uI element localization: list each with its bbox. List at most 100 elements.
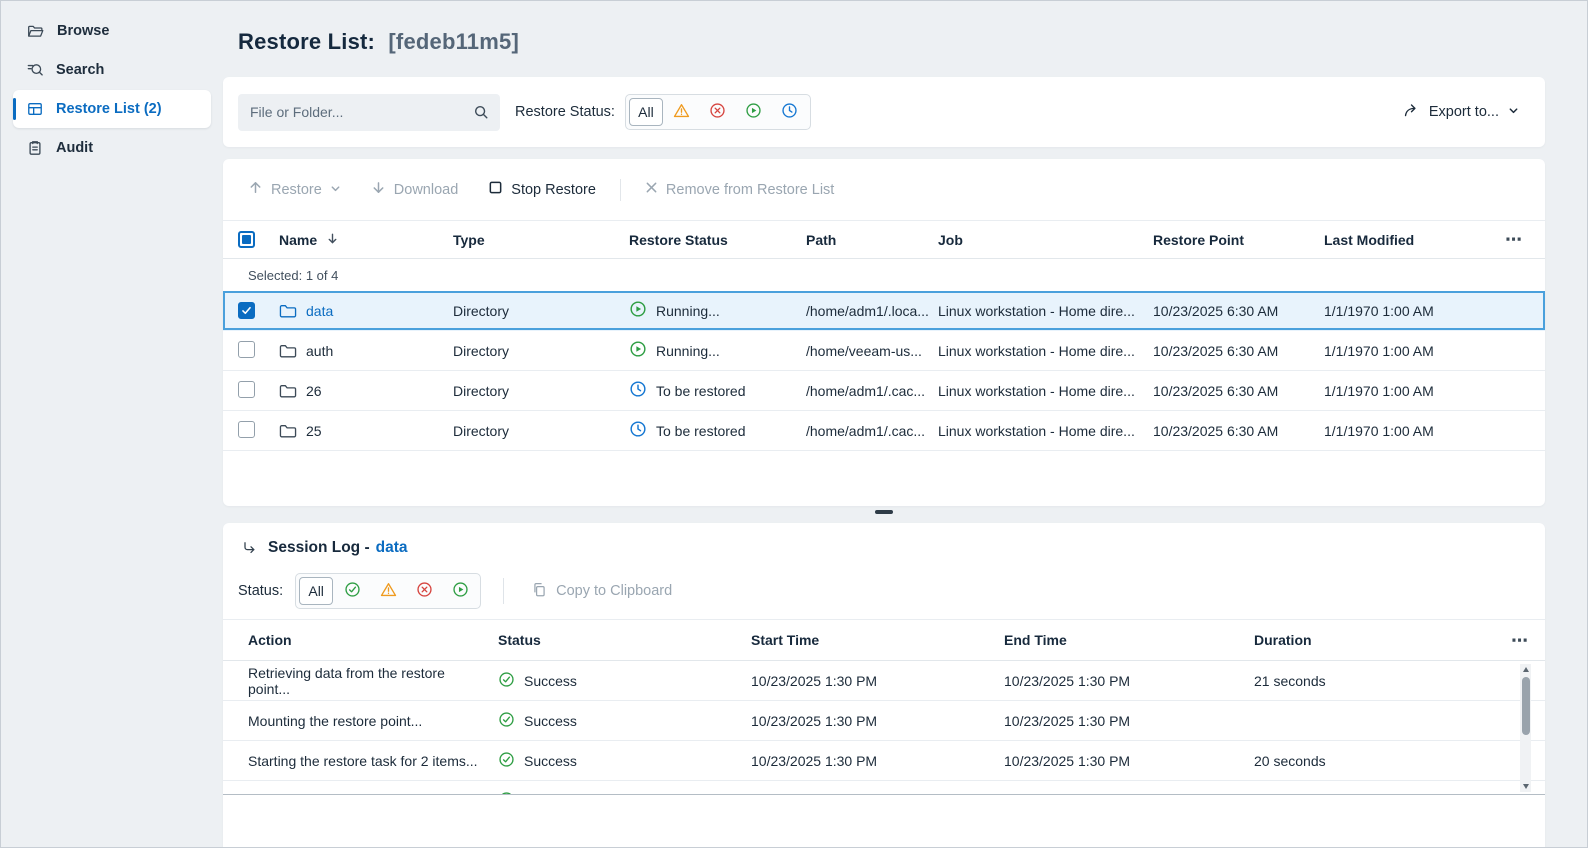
filter-error-button[interactable] [701,98,735,126]
search-icon [473,104,489,120]
column-header-restore-status[interactable]: Restore Status [629,232,806,248]
filter-pending-button[interactable] [773,98,807,126]
row-checkbox[interactable] [238,381,255,398]
log-filter-error-button[interactable] [407,577,441,605]
column-options-button[interactable]: ⋯ [1505,230,1523,249]
running-icon [452,581,469,601]
table-row[interactable]: 26 Directory To be restored /home/adm1/.… [223,371,1545,411]
log-filter-success-button[interactable] [335,577,369,605]
column-header-name[interactable]: Name [279,232,453,248]
cell-start-time: 10/23/2025 1:30 PM [741,713,994,729]
log-filter-warning-button[interactable] [371,577,405,605]
cell-status: Success [524,713,577,729]
column-header-last-modified[interactable]: Last Modified [1324,232,1505,248]
sidebar-item-search[interactable]: Search [13,51,211,89]
download-button[interactable]: Download [371,180,459,199]
filter-running-button[interactable] [737,98,771,126]
copy-icon [532,582,547,601]
folder-icon [279,343,297,359]
cell-last-modified: 1/1/1970 1:00 AM [1324,303,1505,319]
search-list-icon [27,62,43,78]
select-all-checkbox[interactable] [238,231,255,248]
table-row[interactable]: auth Directory Running... /home/veeam-us… [223,331,1545,371]
session-log-filter-bar: Status: All [223,571,1545,611]
table-row[interactable]: 25 Directory To be restored /home/adm1/.… [223,411,1545,451]
running-icon [745,102,762,122]
success-icon [498,711,515,731]
cell-restore-status: Running... [656,303,720,319]
log-row[interactable]: Starting the restore task for 2 items...… [223,741,1545,781]
splitter-handle[interactable] [875,510,893,514]
copy-to-clipboard-button[interactable]: Copy to Clipboard [526,581,678,602]
stop-restore-button[interactable]: Stop Restore [488,180,596,199]
column-header-path[interactable]: Path [806,232,938,248]
column-header-end-time[interactable]: End Time [994,632,1244,648]
scrollbar-thumb[interactable] [1522,677,1530,735]
export-icon [1403,102,1420,123]
scroll-up-button[interactable] [1520,664,1531,675]
cell-start-time: 10/23/2025 1:30 PM [741,793,994,796]
column-header-duration[interactable]: Duration [1244,632,1501,648]
log-row[interactable]: Mounting the restore point... Success 10… [223,701,1545,741]
restore-button[interactable]: Restore [248,180,341,199]
cell-job: Linux workstation - Home dire... [938,343,1153,359]
restore-label: Restore [271,182,322,198]
sidebar-item-label: Browse [57,23,109,39]
session-log-panel: Session Log - data Status: All [223,523,1545,848]
column-header-start-time[interactable]: Start Time [741,632,994,648]
column-header-type[interactable]: Type [453,232,629,248]
column-header-action[interactable]: Action [238,632,488,648]
row-checkbox[interactable] [238,341,255,358]
column-header-job[interactable]: Job [938,232,1153,248]
clock-icon [781,102,798,122]
cell-end-time: 10/23/2025 1:30 PM [994,673,1244,689]
sidebar-item-audit[interactable]: Audit [13,129,211,167]
cell-last-modified: 1/1/1970 1:00 AM [1324,383,1505,399]
cell-path: /home/adm1/.cac... [806,423,938,439]
log-filter-running-button[interactable] [443,577,477,605]
sidebar-item-restore-list[interactable]: Restore List (2) [13,90,211,128]
sidebar-item-browse[interactable]: Browse [13,12,211,50]
column-header-restore-point[interactable]: Restore Point [1153,232,1324,248]
cell-name[interactable]: 25 [306,423,322,439]
restore-status-label: Restore Status: [515,104,615,120]
restore-toolbar: Restore Download Stop Restore Remove fro… [223,159,1545,221]
sub-arrow-icon [241,540,257,556]
toolbar-divider [620,179,621,201]
cell-status: Success [524,793,577,796]
folder-open-icon [27,23,44,39]
cell-name[interactable]: 26 [306,383,322,399]
filter-warning-button[interactable] [665,98,699,126]
cell-path: /home/adm1/.loca... [806,303,938,319]
cell-last-modified: 1/1/1970 1:00 AM [1324,343,1505,359]
cell-path: /home/adm1/.cac... [806,383,938,399]
scroll-down-button[interactable] [1520,781,1531,792]
cell-end-time: 10/23/2025 1:30 PM [994,793,1244,796]
warning-icon [673,102,690,122]
status-label: Status: [238,583,283,599]
sort-desc-icon [326,232,339,248]
export-button[interactable]: Export to... [1397,101,1525,124]
cell-restore-point: 10/23/2025 6:30 AM [1153,343,1324,359]
error-icon [416,581,433,601]
cell-name[interactable]: data [306,303,333,319]
cell-start-time: 10/23/2025 1:30 PM [741,673,994,689]
column-header-status[interactable]: Status [488,632,741,648]
filter-all-button[interactable]: All [629,98,663,126]
cell-duration: 21 seconds [1244,673,1501,689]
log-row[interactable]: Retrieving data from the restore point..… [223,661,1545,701]
table-row[interactable]: data Directory Running... /home/adm1/.lo… [223,291,1545,331]
remove-from-restore-list-button[interactable]: Remove from Restore List [645,181,834,198]
session-log-title: Session Log - data [223,523,1545,557]
column-options-button[interactable]: ⋯ [1511,631,1529,650]
row-checkbox[interactable] [238,421,255,438]
cell-name[interactable]: auth [306,343,333,359]
log-filter-all-button[interactable]: All [299,577,333,605]
log-row[interactable]: ... Success 10/23/2025 1:30 PM 10/23/202… [223,781,1545,795]
row-checkbox[interactable] [238,302,255,319]
machine-name: [fedeb11m5] [388,29,519,54]
file-search-input[interactable] [238,94,500,131]
success-icon [498,791,515,796]
vertical-scrollbar[interactable] [1520,664,1531,792]
app-window: Browse Search Restore List (2) Audit Res… [0,0,1588,848]
